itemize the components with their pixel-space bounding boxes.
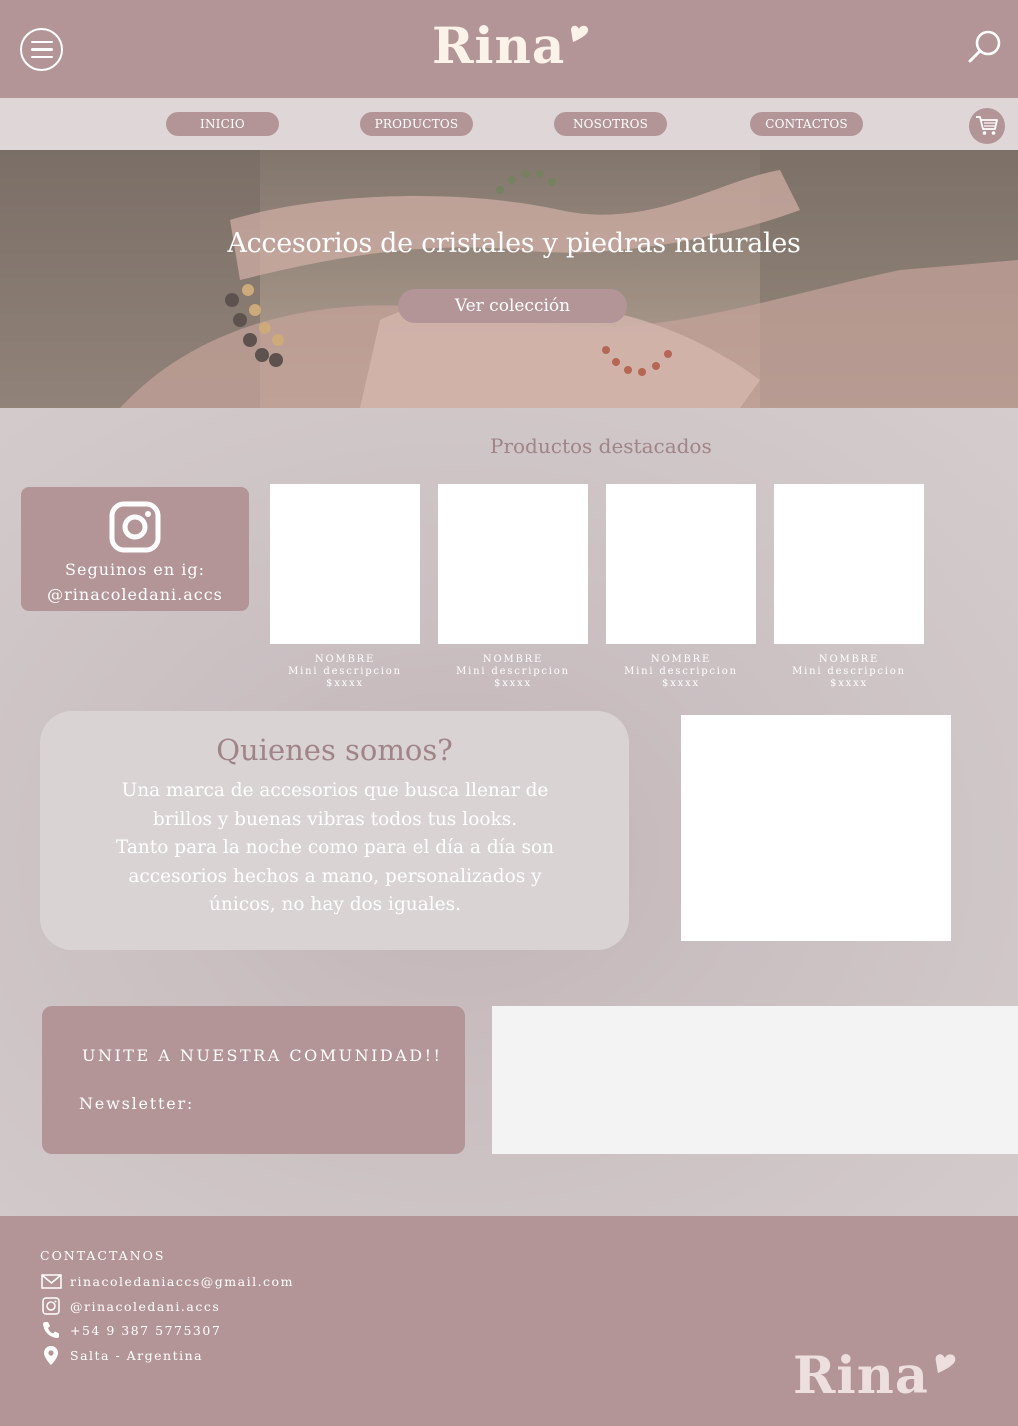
about-us-card: Quienes somos? Una marca de accesorios q… <box>40 711 629 950</box>
footer-email-text: rinacoledaniaccs@gmail.com <box>70 1273 294 1289</box>
hamburger-menu-icon[interactable] <box>20 28 63 71</box>
nav-item-contactos[interactable]: CONTACTOS <box>750 112 863 136</box>
product-caption: NOMBRE Mini descripcion $xxxx <box>270 654 420 690</box>
instagram-icon <box>40 1297 62 1315</box>
product-name: NOMBRE <box>314 654 376 665</box>
product-price: $xxxx <box>326 678 364 689</box>
newsletter-card: UNITE A NUESTRA COMUNIDAD!! Newsletter: <box>42 1006 465 1154</box>
product-price: $xxxx <box>830 678 868 689</box>
product-price: $xxxx <box>494 678 532 689</box>
product-image <box>270 484 420 644</box>
footer-instagram[interactable]: @rinacoledani.accs <box>40 1296 220 1316</box>
footer-contact-title: CONTACTANOS <box>40 1248 166 1263</box>
about-us-image <box>681 715 951 941</box>
about-us-line: brillos y buenas vibras todos tus looks. <box>152 808 518 830</box>
heart-icon <box>571 25 589 42</box>
hero-image <box>0 150 1018 408</box>
product-card[interactable]: NOMBRE Mini descripcion $xxxx <box>606 484 756 690</box>
search-icon[interactable] <box>966 28 1004 66</box>
product-card[interactable]: NOMBRE Mini descripcion $xxxx <box>270 484 420 690</box>
instagram-follow-line1: Seguinos en ig: <box>65 560 205 579</box>
product-card[interactable]: NOMBRE Mini descripcion $xxxx <box>774 484 924 690</box>
phone-icon <box>40 1321 62 1339</box>
view-collection-button[interactable]: Ver colección <box>398 289 627 323</box>
nav-item-inicio[interactable]: INICIO <box>166 112 279 136</box>
product-description: Mini descripcion <box>288 666 402 677</box>
footer-instagram-text: @rinacoledani.accs <box>70 1298 221 1314</box>
hero-banner <box>0 150 1018 408</box>
footer-location: Salta - Argentina <box>40 1345 203 1365</box>
about-us-line: accesorios hechos a mano, personalizados… <box>128 865 542 887</box>
header: Rina <box>0 0 1018 98</box>
newsletter-email-field[interactable] <box>492 1006 1018 1154</box>
footer-logo-text: Rina <box>793 1346 929 1406</box>
instagram-follow-text: Seguinos en ig: @rinacoledani.accs <box>21 557 249 607</box>
footer: CONTACTANOS rinacoledaniaccs@gmail.com @… <box>0 1216 1018 1426</box>
about-us-text: Una marca de accesorios que busca llenar… <box>90 777 580 920</box>
product-name: NOMBRE <box>818 654 880 665</box>
footer-email[interactable]: rinacoledaniaccs@gmail.com <box>40 1271 294 1291</box>
product-description: Mini descripcion <box>456 666 570 677</box>
location-pin-icon <box>40 1345 62 1365</box>
product-description: Mini descripcion <box>624 666 738 677</box>
newsletter-label: Newsletter: <box>79 1094 195 1113</box>
product-price: $xxxx <box>662 678 700 689</box>
cart-icon <box>976 116 998 135</box>
nav-item-productos[interactable]: PRODUCTOS <box>360 112 473 136</box>
main-nav: INICIO PRODUCTOS NOSOTROS CONTACTOS <box>0 98 1018 150</box>
product-caption: NOMBRE Mini descripcion $xxxx <box>438 654 588 690</box>
footer-location-text: Salta - Argentina <box>70 1347 204 1363</box>
about-us-title: Quienes somos? <box>216 733 453 767</box>
instagram-handle: @rinacoledani.accs <box>47 585 223 604</box>
product-description: Mini descripcion <box>792 666 906 677</box>
nav-item-nosotros[interactable]: NOSOTROS <box>554 112 667 136</box>
footer-phone-text: +54 9 387 5775307 <box>70 1322 222 1338</box>
product-image <box>438 484 588 644</box>
instagram-icon <box>109 501 161 553</box>
brand-logo-text: Rina <box>432 16 566 75</box>
about-us-line: Una marca de accesorios que busca llenar… <box>121 780 549 801</box>
cart-button[interactable] <box>969 108 1005 144</box>
footer-brand-logo: Rina <box>793 1348 961 1404</box>
heart-icon <box>935 1354 956 1374</box>
hero-title: Accesorios de cristales y piedras natura… <box>227 228 801 259</box>
about-us-line: Tanto para la noche como para el día a d… <box>115 837 555 858</box>
product-image <box>606 484 756 644</box>
instagram-follow-card[interactable]: Seguinos en ig: @rinacoledani.accs <box>21 487 249 611</box>
product-name: NOMBRE <box>650 654 712 665</box>
featured-products-title: Productos destacados <box>490 434 712 458</box>
product-image <box>774 484 924 644</box>
product-caption: NOMBRE Mini descripcion $xxxx <box>774 654 924 690</box>
brand-logo[interactable]: Rina <box>432 18 593 78</box>
about-us-line: únicos, no hay dos iguales. <box>208 894 461 915</box>
product-name: NOMBRE <box>482 654 544 665</box>
footer-phone[interactable]: +54 9 387 5775307 <box>40 1320 221 1340</box>
product-caption: NOMBRE Mini descripcion $xxxx <box>606 654 756 690</box>
newsletter-title: UNITE A NUESTRA COMUNIDAD!! <box>82 1046 443 1065</box>
mail-icon <box>40 1272 62 1290</box>
product-card[interactable]: NOMBRE Mini descripcion $xxxx <box>438 484 588 690</box>
